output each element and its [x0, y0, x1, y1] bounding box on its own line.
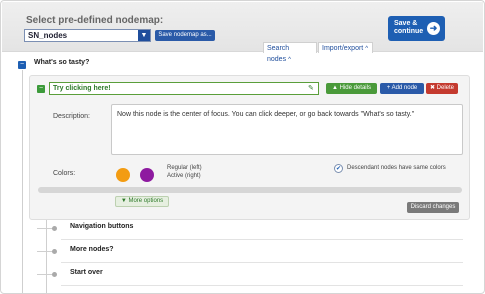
chevron-down-icon[interactable]: ▼ — [138, 30, 150, 41]
more-options-button[interactable]: ▼ More options — [115, 196, 169, 207]
arrow-right-icon: ➜ — [427, 22, 440, 35]
nodemap-select[interactable]: SN_nodes ▼ — [24, 29, 151, 42]
hide-details-button[interactable]: ▲ Hide details — [326, 83, 377, 94]
colors-legend: Regular (left) Active (right) — [167, 164, 202, 180]
delete-button[interactable]: ✖ Delete — [426, 83, 458, 94]
node-dot-icon — [52, 226, 57, 231]
add-node-button[interactable]: + Add node — [380, 83, 424, 94]
nodemap-editor-window: Select pre-defined nodemap: SN_nodes ▼ S… — [0, 0, 485, 294]
branch-line — [37, 274, 53, 275]
child-node-row[interactable]: More nodes? — [37, 241, 463, 263]
regular-color-swatch[interactable] — [116, 168, 130, 182]
node-title-input[interactable]: Try clicking here! — [49, 82, 319, 95]
node-dot-icon — [52, 249, 57, 254]
caret-up-icon: ^ — [365, 46, 369, 52]
active-color-swatch[interactable] — [140, 168, 154, 182]
row-divider — [61, 262, 463, 263]
top-bar: Select pre-defined nodemap: SN_nodes ▼ S… — [2, 2, 483, 63]
tab-search-nodes-label: Search nodes — [267, 45, 290, 63]
tab-search-nodes[interactable]: Search nodes ^ — [263, 42, 317, 63]
descendant-colors-checkbox[interactable]: ✔ — [334, 164, 343, 173]
triangle-down-icon: ▼ — [120, 198, 127, 204]
caret-up-icon: ^ — [288, 57, 291, 63]
child-node-row[interactable]: Navigation buttons — [37, 218, 463, 240]
hide-details-label: Hide details — [339, 85, 371, 91]
tab-import-export[interactable]: Import/export ^ — [318, 42, 373, 53]
colors-label: Colors: — [53, 170, 76, 177]
node-collapse-toggle[interactable]: − — [37, 85, 45, 93]
tab-import-export-label: Import/export — [322, 45, 364, 52]
child-node-label[interactable]: Navigation buttons — [70, 223, 133, 230]
row-divider — [61, 239, 463, 240]
pencil-icon[interactable]: ✎ — [308, 84, 314, 92]
row-divider — [61, 285, 463, 286]
save-nodemap-as-button[interactable]: Save nodemap as... — [155, 30, 215, 41]
more-options-label: More options — [128, 198, 164, 204]
save-continue-button[interactable]: Save & continue ➜ — [388, 16, 445, 41]
root-node-label[interactable]: What's so tasty? — [34, 59, 89, 66]
child-node-label[interactable]: Start over — [70, 269, 103, 276]
save-continue-label: Save & continue — [394, 20, 424, 35]
plus-icon: + — [386, 85, 391, 91]
colors-legend-regular: Regular (left) — [167, 165, 202, 171]
child-node-row[interactable]: Start over — [37, 264, 463, 286]
add-node-label: Add node — [391, 85, 418, 91]
child-node-label[interactable]: More nodes? — [70, 246, 114, 253]
tree-connector-line — [22, 70, 23, 293]
nodemap-select-value: SN_nodes — [28, 31, 68, 40]
description-textarea[interactable]: Now this node is the center of focus. Yo… — [111, 104, 463, 155]
root-collapse-toggle[interactable]: − — [18, 61, 26, 69]
discard-changes-button[interactable]: Discard changes — [407, 202, 459, 213]
colors-legend-active: Active (right) — [167, 173, 201, 179]
description-label: Description: — [53, 113, 90, 120]
horizontal-scrollbar[interactable] — [38, 187, 462, 193]
triangle-up-icon: ▲ — [332, 85, 338, 91]
select-nodemap-label: Select pre-defined nodemap: — [26, 15, 164, 26]
descendant-colors-label: Descendant nodes have same colors — [347, 165, 446, 171]
delete-label: Delete — [436, 85, 455, 91]
branch-line — [37, 251, 53, 252]
branch-line — [37, 228, 53, 229]
node-dot-icon — [52, 272, 57, 277]
close-icon: ✖ — [429, 85, 435, 91]
